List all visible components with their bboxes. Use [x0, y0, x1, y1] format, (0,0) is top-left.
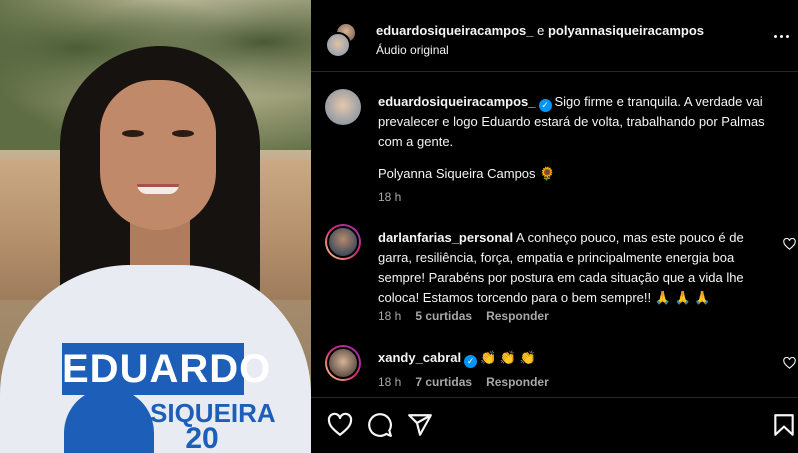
- comments-list: eduardosiqueiracampos_ ✓ Sigo firme e tran…: [311, 72, 798, 397]
- comment-reply-button[interactable]: Responder: [486, 309, 549, 323]
- comment-time[interactable]: 18 h: [378, 309, 401, 323]
- header-usernames: eduardosiqueiracampos_ e polyannasiqueir…: [376, 23, 704, 38]
- caption-time[interactable]: 18 h: [378, 190, 401, 204]
- comment-avatar-darlan[interactable]: [325, 224, 361, 260]
- avatar-eduardo[interactable]: [325, 32, 351, 58]
- comment-likes-count[interactable]: 5 curtidas: [415, 309, 472, 323]
- comment-username[interactable]: darlanfarias_personal: [378, 230, 513, 245]
- comment-text-block: darlanfarias_personal A conheço pouco, m…: [378, 228, 774, 308]
- comment-reply-button[interactable]: Responder: [486, 375, 549, 389]
- person-smile: [137, 184, 179, 194]
- comment-meta: 18 h 5 curtidas Responder: [378, 309, 563, 323]
- person-face: [100, 80, 216, 230]
- comment-text: 👏 👏 👏: [480, 350, 536, 365]
- person-eye-right: [172, 130, 194, 137]
- heart-icon[interactable]: [327, 412, 353, 438]
- header-user2-link[interactable]: polyannasiqueiracampos: [548, 23, 704, 38]
- comment-username[interactable]: xandy_cabral: [378, 350, 461, 365]
- post-header: eduardosiqueiracampos_ e polyannasiqueir…: [311, 0, 798, 72]
- comment-text-block: xandy_cabral ✓ 👏 👏 👏: [378, 348, 774, 368]
- caption-avatar[interactable]: [325, 89, 361, 125]
- post-panel: eduardosiqueiracampos_ e polyannasiqueir…: [311, 0, 798, 453]
- shirt-number: 20: [185, 422, 219, 453]
- post-image[interactable]: EDUARDO SIQUEIRA 20: [0, 0, 311, 453]
- caption-meta: 18 h: [378, 190, 415, 204]
- caption-username[interactable]: eduardosiqueiracampos_: [378, 94, 536, 109]
- comment-time[interactable]: 18 h: [378, 375, 401, 389]
- comment-like-heart-icon[interactable]: [783, 357, 796, 369]
- comment-like-heart-icon[interactable]: [783, 238, 796, 250]
- person-eye-left: [122, 130, 144, 137]
- comment-meta: 18 h 7 curtidas Responder: [378, 375, 563, 389]
- collab-avatars[interactable]: [325, 22, 357, 58]
- comment-icon[interactable]: [367, 412, 393, 438]
- caption-signature: Polyanna Siqueira Campos 🌻: [378, 166, 556, 181]
- verified-icon: ✓: [538, 99, 552, 112]
- share-icon[interactable]: [407, 412, 433, 438]
- verified-icon: ✓: [464, 355, 478, 368]
- comment-avatar-xandy[interactable]: [325, 345, 361, 381]
- caption-text-block: eduardosiqueiracampos_ ✓ Sigo firme e tran…: [378, 92, 774, 152]
- header-connector: e: [533, 23, 548, 38]
- comment-likes-count[interactable]: 7 curtidas: [415, 375, 472, 389]
- bookmark-icon[interactable]: [771, 412, 797, 438]
- post-action-bar: [311, 397, 798, 453]
- more-icon[interactable]: [773, 30, 791, 44]
- original-audio-link[interactable]: Áudio original: [376, 43, 449, 57]
- shirt-text-eduardo: EDUARDO: [62, 343, 270, 395]
- header-user1-link[interactable]: eduardosiqueiracampos_: [376, 23, 534, 38]
